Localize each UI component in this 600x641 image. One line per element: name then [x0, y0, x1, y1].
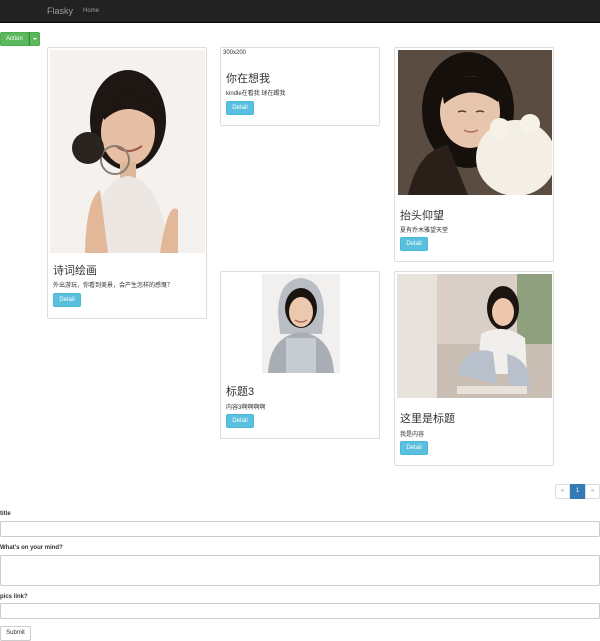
- title-label: title: [0, 511, 11, 517]
- mind-textarea[interactable]: [0, 555, 600, 586]
- card-4-text: 内容3啊啊啊啊: [226, 402, 265, 411]
- card-2-title: 你在想我: [226, 70, 270, 86]
- pics-label: pics link?: [0, 594, 28, 600]
- card-1-text: 外出游玩，你看到美景，会产生怎样的感慨？: [53, 280, 173, 289]
- pagination-prev[interactable]: «: [555, 484, 570, 499]
- action-button[interactable]: Action: [0, 32, 29, 46]
- submit-button[interactable]: Submit: [0, 626, 31, 641]
- portrait-photo-4: [262, 274, 340, 373]
- card-5-detail-button[interactable]: Detail: [400, 441, 428, 455]
- portrait-photo-3: [398, 50, 552, 195]
- action-split-button: Action: [0, 32, 40, 46]
- card-1-detail-button[interactable]: Detail: [53, 293, 81, 307]
- card-5-photo: [397, 274, 552, 398]
- image-placeholder-label: 300x200: [223, 50, 246, 56]
- card-4-photo: [262, 274, 340, 373]
- title-input[interactable]: [0, 521, 600, 537]
- pagination-next[interactable]: »: [585, 484, 600, 499]
- pagination: « 1 »: [555, 484, 600, 499]
- card-2-text: kindle在看我 球在踢我: [226, 88, 285, 97]
- card-4-title: 标题3: [226, 383, 254, 399]
- card-3-title: 抬头仰望: [400, 207, 444, 223]
- card-3-photo: [398, 50, 552, 195]
- card-3-detail-button[interactable]: Detail: [400, 237, 428, 251]
- card-4: 标题3 内容3啊啊啊啊 Detail: [220, 271, 380, 439]
- card-5: 这里是标题 我是内容 Detail: [394, 271, 554, 466]
- card-3-text: 夏有乔木雅望天堂: [400, 225, 448, 234]
- portrait-photo-5: [397, 274, 552, 398]
- action-dropdown-toggle[interactable]: [29, 32, 40, 46]
- mind-label: What's on your mind?: [0, 545, 63, 551]
- card-1-photo: [50, 50, 205, 253]
- pics-link-input[interactable]: [0, 603, 600, 619]
- pagination-page-1[interactable]: 1: [570, 484, 585, 499]
- card-2: 300x200 你在想我 kindle在看我 球在踢我 Detail: [220, 47, 380, 126]
- navbar-brand[interactable]: Flasky: [47, 6, 73, 16]
- card-1-title: 诗词绘画: [53, 262, 97, 278]
- card-4-detail-button[interactable]: Detail: [226, 414, 254, 428]
- portrait-photo-1: [50, 50, 205, 253]
- card-5-title: 这里是标题: [400, 410, 455, 426]
- navbar: Flasky Home: [0, 0, 600, 23]
- nav-home-link[interactable]: Home: [83, 8, 99, 14]
- card-5-text: 我是内容: [400, 429, 424, 438]
- card-3: 抬头仰望 夏有乔木雅望天堂 Detail: [394, 47, 554, 262]
- card-2-detail-button[interactable]: Detail: [226, 101, 254, 115]
- card-1: 诗词绘画 外出游玩，你看到美景，会产生怎样的感慨？ Detail: [47, 47, 207, 319]
